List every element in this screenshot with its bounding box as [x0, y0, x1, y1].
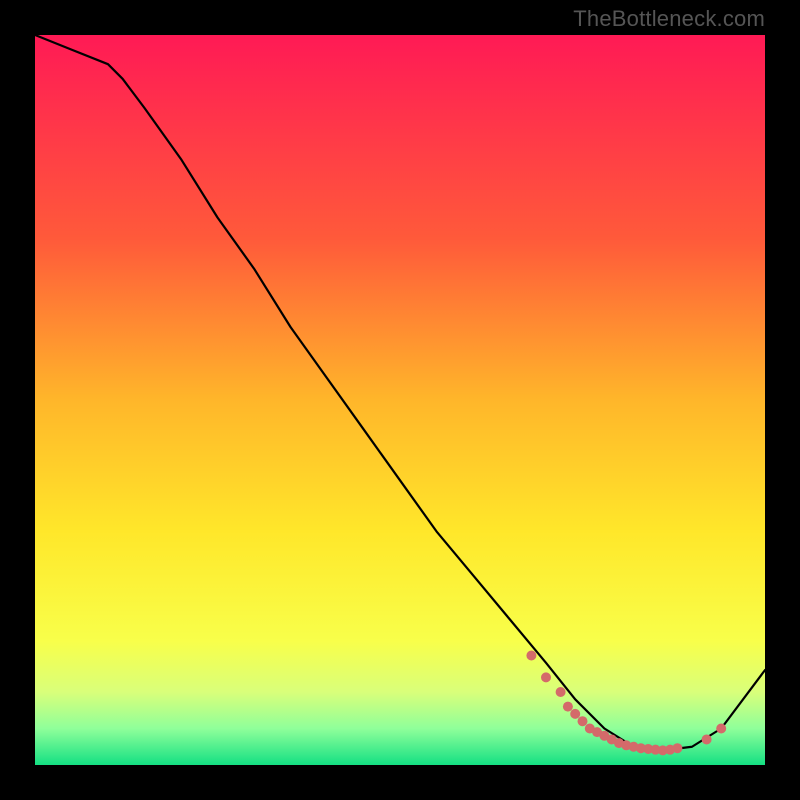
attribution-watermark: TheBottleneck.com	[573, 6, 765, 32]
sample-point	[672, 743, 682, 753]
sample-point	[541, 672, 551, 682]
sample-point	[556, 687, 566, 697]
chart-frame: TheBottleneck.com	[0, 0, 800, 800]
sample-point	[570, 709, 580, 719]
sample-point	[563, 702, 573, 712]
sample-point	[578, 716, 588, 726]
sample-point	[526, 651, 536, 661]
chart-plot-area	[35, 35, 765, 765]
chart-svg	[35, 35, 765, 765]
sample-point	[702, 734, 712, 744]
sample-point	[716, 724, 726, 734]
gradient-background	[35, 35, 765, 765]
